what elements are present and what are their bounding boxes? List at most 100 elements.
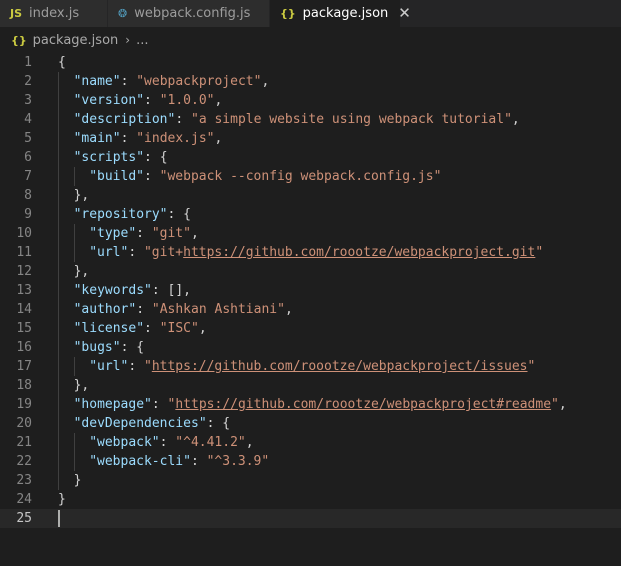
code-line[interactable]: 17 "url": "https://github.com/roootze/web… [0, 357, 621, 376]
code-line[interactable]: 13 "keywords": [], [0, 281, 621, 300]
code-line[interactable]: 1{ [0, 53, 621, 72]
code-text: "url": "https://github.com/roootze/webpa… [89, 357, 535, 376]
punctuation: } [73, 473, 82, 488]
json-key: "name" [73, 74, 121, 89]
code-text: "bugs": { [74, 338, 144, 357]
code-text: }, [74, 186, 90, 205]
line-number: 22 [16, 454, 32, 469]
indent-guide [58, 452, 59, 471]
code-line[interactable]: 11 "url": "git+https://github.com/roootze… [0, 243, 621, 262]
tab-webpack-config-js[interactable]: ❂ webpack.config.js [108, 0, 270, 27]
code-line[interactable]: 8}, [0, 186, 621, 205]
indent-guide [58, 338, 59, 357]
json-key: "devDependencies" [73, 416, 207, 431]
indent-guide [58, 148, 59, 167]
indent-guide [73, 433, 75, 452]
close-tab-icon[interactable]: ✕ [398, 6, 411, 21]
code-text: "homepage": "https://github.com/roootze/… [74, 395, 567, 414]
code-text: "name": "webpackproject", [74, 72, 270, 91]
chevron-right-icon: › [125, 33, 131, 47]
code-text: "version": "1.0.0", [74, 91, 223, 110]
code-line[interactable]: 25 [0, 509, 621, 528]
line-number: 2 [24, 74, 32, 89]
line-number: 5 [24, 131, 32, 146]
code-line[interactable]: 18}, [0, 376, 621, 395]
punctuation: : [], [151, 283, 192, 298]
code-text: "devDependencies": { [74, 414, 231, 433]
punctuation: , [190, 226, 199, 241]
tab-label: package.json [302, 6, 389, 21]
code-line[interactable]: 3 "version": "1.0.0", [0, 91, 621, 110]
code-editor[interactable]: 1{ 2 "name": "webpackproject", 3 "version": … [0, 53, 621, 528]
line-number: 11 [16, 245, 32, 260]
code-line[interactable]: 20 "devDependencies": { [0, 414, 621, 433]
indent-guide [58, 471, 59, 490]
breadcrumb-more[interactable]: ... [136, 33, 148, 48]
punctuation: : [143, 169, 160, 184]
indent-guide [58, 395, 59, 414]
json-key: "version" [73, 93, 145, 108]
indent-guide [58, 110, 59, 129]
url-link[interactable]: https://github.com/roootze/webpackprojec… [183, 245, 535, 260]
punctuation: : [128, 245, 144, 260]
code-text: "description": "a simple website using w… [74, 110, 520, 129]
indent-guide [73, 167, 75, 186]
code-line[interactable]: 23} [0, 471, 621, 490]
json-string: "git" [151, 226, 191, 241]
json-key: "url" [89, 245, 129, 260]
punctuation: : { [120, 340, 145, 355]
punctuation: : [151, 397, 168, 412]
json-key: "webpack-cli" [89, 454, 191, 469]
code-line[interactable]: 14 "author": "Ashkan Ashtiani", [0, 300, 621, 319]
json-string: "webpack --config webpack.config.js" [159, 169, 442, 184]
code-line[interactable]: 15 "license": "ISC", [0, 319, 621, 338]
code-line[interactable]: 19 "homepage": "https://github.com/roootz… [0, 395, 621, 414]
code-text: "type": "git", [89, 224, 199, 243]
line-number: 17 [16, 359, 32, 374]
breadcrumb-file[interactable]: package.json [33, 33, 119, 48]
code-line[interactable]: 4 "description": "a simple website using … [0, 110, 621, 129]
tab-label: index.js [29, 6, 80, 21]
punctuation: , [558, 397, 567, 412]
code-line[interactable]: 12}, [0, 262, 621, 281]
punctuation: }, [73, 378, 90, 393]
punctuation: , [214, 131, 223, 146]
punctuation: : [159, 435, 176, 450]
code-text: }, [74, 376, 90, 395]
code-line[interactable]: 9 "repository": { [0, 205, 621, 224]
code-line[interactable]: 16 "bugs": { [0, 338, 621, 357]
json-string: " [535, 245, 544, 260]
json-string: "index.js" [136, 131, 215, 146]
indent-guide [58, 167, 59, 186]
tab-bar: JS index.js ❂ webpack.config.js {} packa… [0, 0, 621, 27]
punctuation: : [136, 226, 152, 241]
line-number: 18 [16, 378, 32, 393]
code-line[interactable]: 21 "webpack": "^4.41.2", [0, 433, 621, 452]
tab-index-js[interactable]: JS index.js [0, 0, 108, 27]
indent-guide [58, 300, 59, 319]
line-number: 7 [24, 169, 32, 184]
code-line[interactable]: 7 "build": "webpack --config webpack.conf… [0, 167, 621, 186]
json-file-icon: {} [280, 7, 296, 20]
code-text: "webpack": "^4.41.2", [89, 433, 253, 452]
url-link[interactable]: https://github.com/roootze/webpackprojec… [152, 359, 528, 374]
json-string: "git+ [143, 245, 184, 260]
punctuation: : [144, 93, 160, 108]
line-number: 13 [16, 283, 32, 298]
punctuation: : [120, 74, 137, 89]
indent-guide [58, 243, 59, 262]
punctuation: : { [144, 150, 168, 165]
indent-guide [73, 243, 75, 262]
code-line[interactable]: 5 "main": "index.js", [0, 129, 621, 148]
code-line[interactable]: 24} [0, 490, 621, 509]
code-line[interactable]: 2 "name": "webpackproject", [0, 72, 621, 91]
code-text: "license": "ISC", [74, 319, 207, 338]
code-line[interactable]: 10 "type": "git", [0, 224, 621, 243]
code-line[interactable]: 6 "scripts": { [0, 148, 621, 167]
punctuation: { [58, 55, 66, 70]
line-number: 9 [24, 207, 32, 222]
code-text: "build": "webpack --config webpack.confi… [89, 167, 441, 186]
tab-package-json[interactable]: {} package.json ✕ [270, 0, 411, 27]
url-link[interactable]: https://github.com/roootze/webpackprojec… [175, 397, 551, 412]
code-line[interactable]: 22 "webpack-cli": "^3.3.9" [0, 452, 621, 471]
